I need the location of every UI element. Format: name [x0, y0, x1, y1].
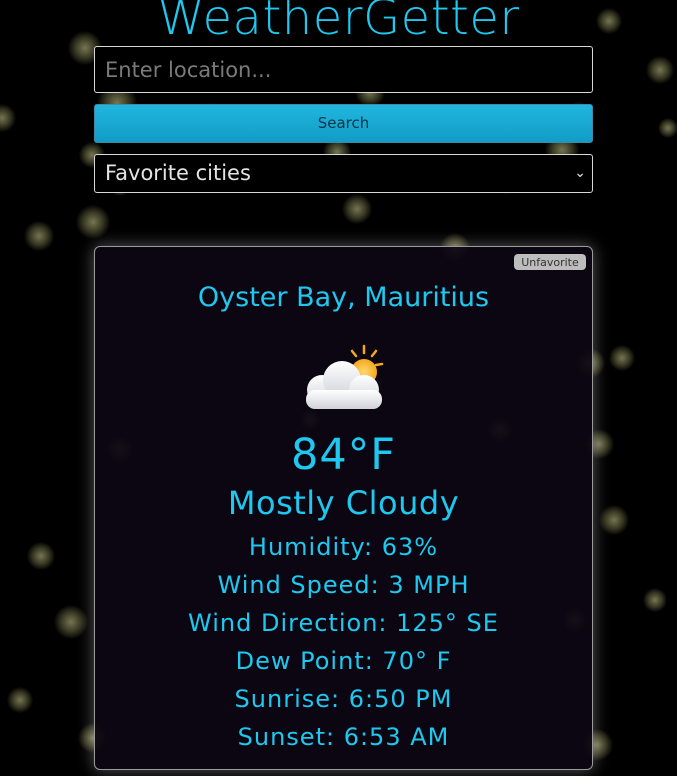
sunrise-text: Sunrise: 6:50 PM	[234, 685, 453, 713]
condition-text: Mostly Cloudy	[227, 484, 460, 522]
bokeh-light	[658, 118, 677, 138]
temperature-value: 84°F	[291, 430, 396, 480]
bokeh-light	[609, 345, 635, 371]
search-button[interactable]: Search	[94, 104, 593, 143]
partly-cloudy-icon	[306, 344, 384, 409]
bokeh-light	[7, 687, 33, 713]
favorite-cities-label: Favorite cities	[105, 161, 251, 185]
wind-speed-text: Wind Speed: 3 MPH	[217, 571, 470, 599]
search-input[interactable]	[94, 46, 593, 93]
unfavorite-button[interactable]: Unfavorite	[514, 254, 586, 270]
favorite-cities-select[interactable]: Favorite cities ⌄	[94, 154, 593, 193]
bokeh-light	[27, 542, 55, 570]
bokeh-light	[643, 588, 667, 612]
bokeh-light	[342, 194, 372, 224]
bokeh-light	[646, 56, 674, 84]
sunset-text: Sunset: 6:53 AM	[237, 723, 450, 751]
wind-direction-text: Wind Direction: 125° SE	[188, 609, 499, 637]
app-title: WeatherGetter	[157, 0, 520, 46]
weather-card: Unfavorite Oyster Bay, Mauritius 84°F Mo…	[94, 246, 593, 770]
app-background: WeatherGetter Search Favorite cities ⌄ U…	[0, 0, 677, 776]
location-name: Oyster Bay, Mauritius	[197, 282, 490, 313]
humidity-text: Humidity: 63%	[248, 533, 439, 561]
bokeh-light	[54, 605, 88, 639]
bokeh-light	[24, 221, 54, 251]
chevron-down-icon: ⌄	[574, 165, 586, 181]
bokeh-light	[0, 104, 16, 132]
bokeh-light	[599, 505, 629, 535]
dew-point-text: Dew Point: 70° F	[235, 647, 452, 675]
bokeh-light	[76, 205, 110, 239]
